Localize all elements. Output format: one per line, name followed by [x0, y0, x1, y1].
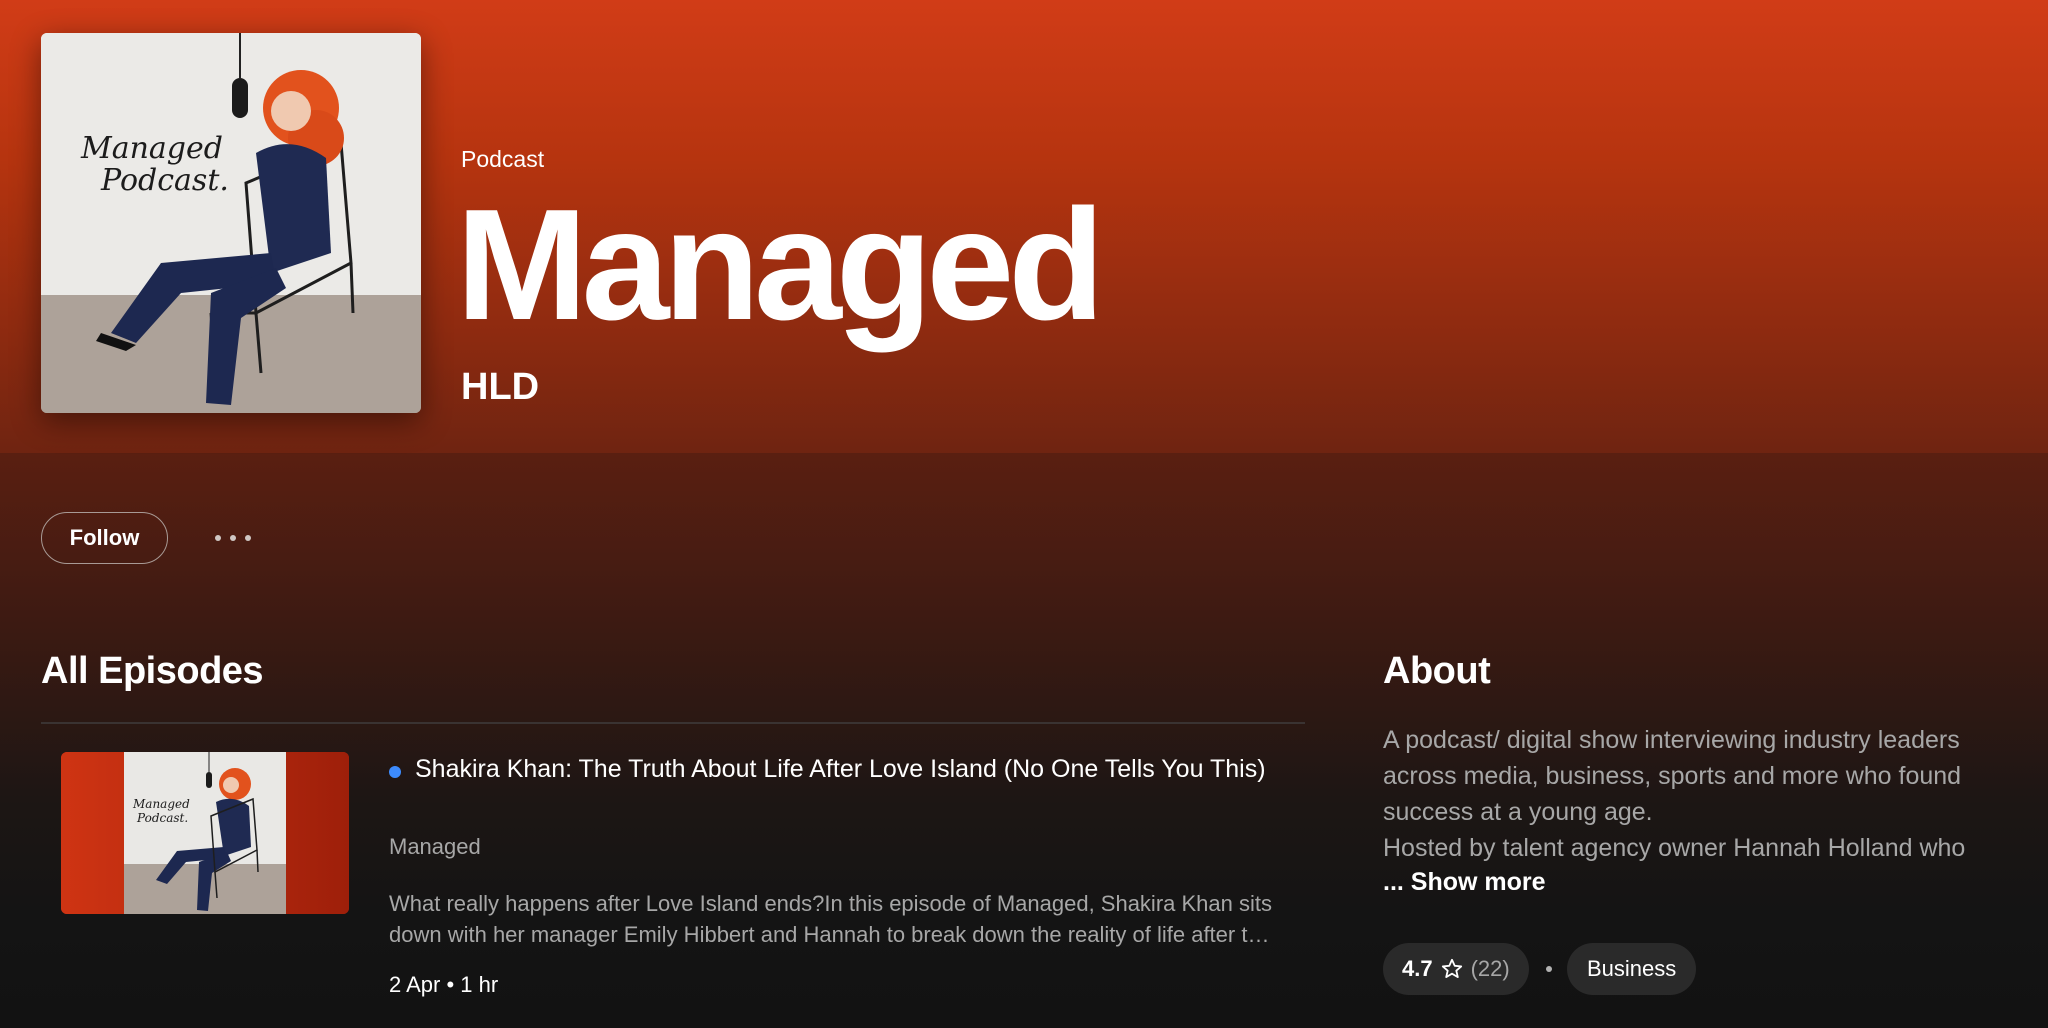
episodes-divider: [41, 722, 1305, 724]
show-more-button[interactable]: ... Show more: [1383, 868, 1546, 897]
content-type-label: Podcast: [461, 146, 545, 172]
episodes-heading: All Episodes: [41, 650, 264, 692]
more-options-button[interactable]: [206, 520, 260, 556]
separator-dot: [1546, 966, 1552, 972]
about-heading: About: [1383, 650, 1491, 692]
ellipsis-icon: [245, 535, 251, 541]
rating-count: (22): [1470, 956, 1510, 981]
follow-button[interactable]: Follow: [41, 512, 168, 564]
podcast-page: Managed Podcast. Podcast Managed HLD Foll…: [0, 0, 2048, 1028]
about-text: A podcast/ digital show interviewing ind…: [1383, 726, 1966, 862]
podcast-cover-art: Managed Podcast.: [41, 33, 421, 413]
episode-thumbnail[interactable]: Managed Podcast.: [61, 752, 349, 914]
episode-title[interactable]: Shakira Khan: The Truth About Life After…: [389, 752, 1269, 787]
svg-text:Managed: Managed: [132, 797, 190, 811]
category-tag[interactable]: Business: [1567, 943, 1697, 995]
svg-text:Podcast.: Podcast.: [136, 811, 188, 825]
episode-description: What really happens after Love Island en…: [389, 891, 1272, 947]
publisher-link[interactable]: HLD: [461, 366, 539, 409]
episode-date-duration: 2 Apr • 1 hr: [389, 972, 499, 997]
episode-show-name[interactable]: Managed: [389, 834, 481, 860]
cover-title-line1: Managed Podcast.: [80, 131, 229, 198]
about-description: A podcast/ digital show interviewing ind…: [1383, 722, 2023, 866]
star-outline-icon: [1441, 958, 1462, 978]
page-title: Managed: [456, 177, 1105, 353]
rating-value: 4.7: [1402, 956, 1433, 981]
rating-badge[interactable]: 4.7 (22): [1383, 943, 1529, 995]
ellipsis-icon: [230, 535, 236, 541]
ellipsis-icon: [215, 535, 221, 541]
